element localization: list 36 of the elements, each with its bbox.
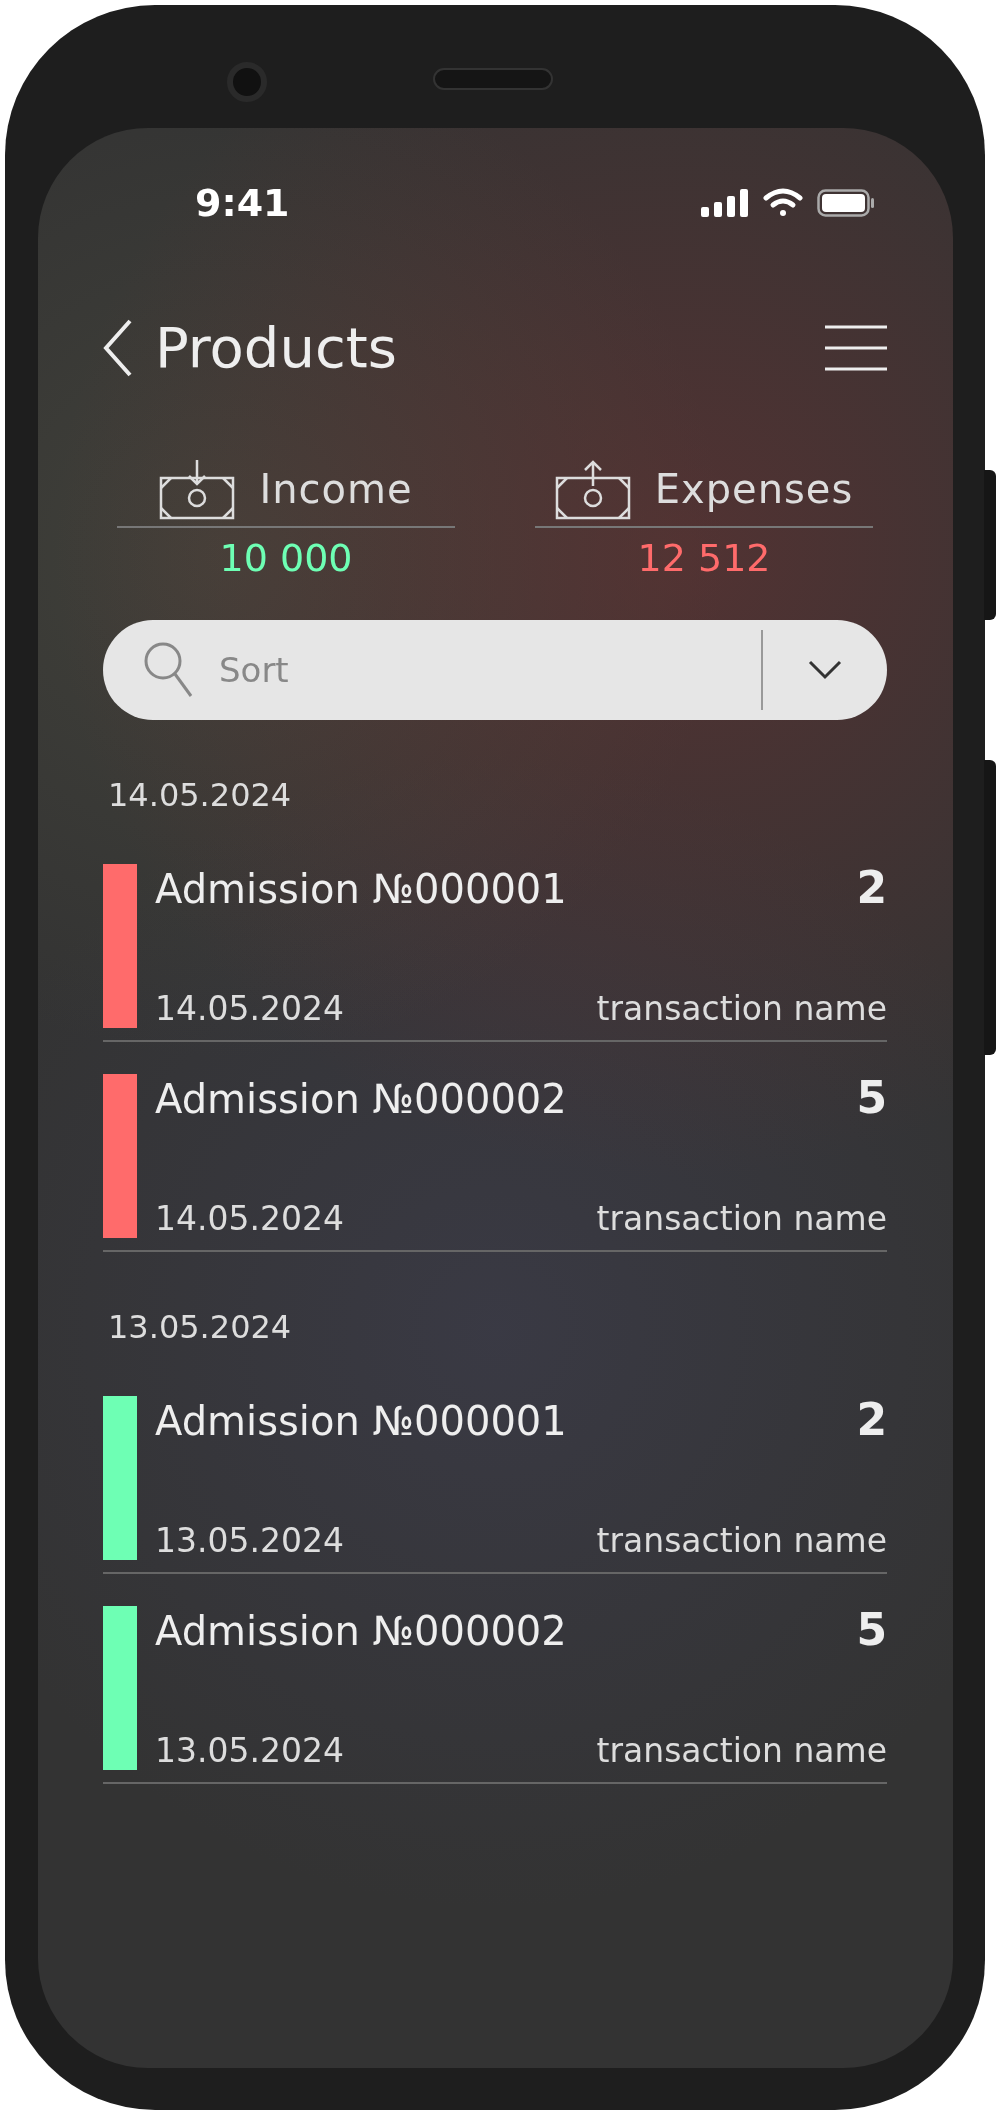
- row-count: 2: [856, 862, 887, 913]
- row-date: 13.05.2024: [155, 1521, 344, 1560]
- signal-icon: [701, 189, 749, 217]
- summary-label: Income: [259, 466, 413, 512]
- chevron-down-icon[interactable]: [808, 660, 842, 680]
- row-date: 14.05.2024: [155, 1199, 344, 1238]
- battery-icon: [817, 189, 875, 217]
- group-date: 14.05.2024: [108, 776, 292, 814]
- row-date: 14.05.2024: [155, 989, 344, 1028]
- transaction-name: transaction name: [596, 1521, 887, 1560]
- transaction-name: transaction name: [596, 1199, 887, 1238]
- group-date: 13.05.2024: [108, 1308, 292, 1346]
- wifi-icon: [763, 188, 803, 218]
- summary-value: 10 000: [219, 536, 353, 580]
- row-date: 13.05.2024: [155, 1731, 344, 1770]
- transaction-name: transaction name: [596, 1731, 887, 1770]
- money-download-icon: [159, 458, 236, 520]
- row-count: 2: [856, 1394, 887, 1445]
- back-icon[interactable]: [103, 318, 133, 377]
- sort-field[interactable]: Sort: [103, 620, 887, 720]
- row-title[interactable]: Admission №000001: [155, 1398, 567, 1444]
- row-count: 5: [856, 1072, 887, 1123]
- row-title[interactable]: Admission №000002: [155, 1608, 567, 1654]
- row-title[interactable]: Admission №000002: [155, 1076, 567, 1122]
- search-icon: [143, 641, 193, 699]
- row-title[interactable]: Admission №000001: [155, 866, 567, 912]
- summary-value: 12 512: [637, 536, 771, 580]
- status-time: 9:41: [195, 181, 290, 225]
- camera-icon: [227, 62, 267, 102]
- menu-icon[interactable]: [825, 324, 887, 371]
- transaction-name: transaction name: [596, 989, 887, 1028]
- page-title: Products: [155, 315, 397, 380]
- row-count: 5: [856, 1604, 887, 1655]
- sort-field[interactable]: Sort: [217, 649, 761, 691]
- money-upload-icon: [554, 458, 631, 520]
- summary-label: Expenses: [654, 466, 854, 512]
